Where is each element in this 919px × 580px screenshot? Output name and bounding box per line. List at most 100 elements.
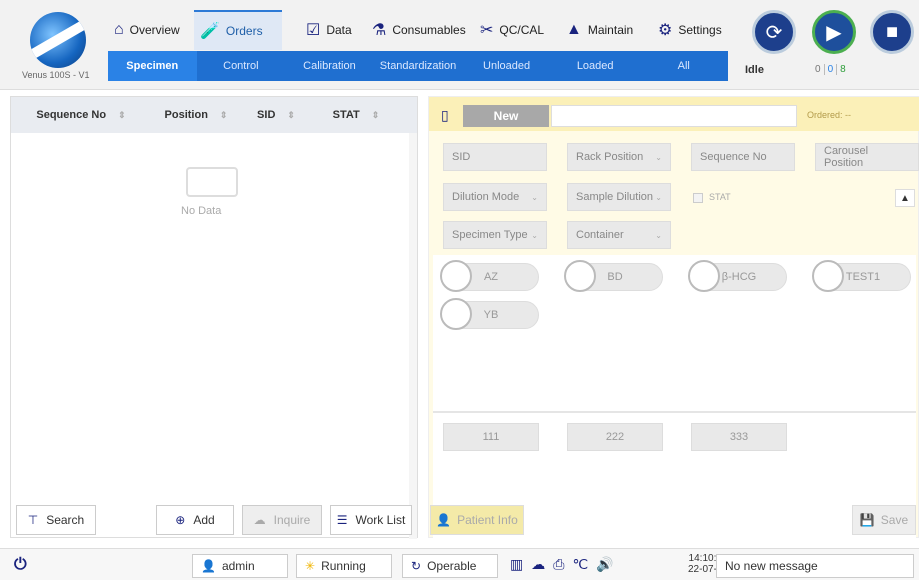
col-sequence-no[interactable]: Sequence No ⇕ (11, 109, 151, 121)
search-button[interactable]: ⊤ Search (16, 505, 96, 535)
nav-settings[interactable]: ⚙ Settings (652, 10, 728, 50)
cloud-icon: ☁ (253, 513, 266, 527)
assay-test1[interactable]: TEST1 (812, 260, 911, 292)
stop-icon: ■ (885, 20, 899, 43)
rack-position-select[interactable]: Rack Position ⌄ (567, 143, 671, 171)
container-select[interactable]: Container ⌄ (567, 221, 671, 249)
user-badge[interactable]: 👤 admin (192, 554, 288, 578)
nav-overview[interactable]: ⌂ Overview (108, 10, 186, 50)
sid-field[interactable]: SID (443, 143, 547, 171)
ordered-status: Ordered: -- (807, 110, 852, 120)
worklist-button[interactable]: ☰ Work List (330, 505, 412, 535)
col-sid[interactable]: SID ⇕ (241, 109, 311, 121)
table-header: Sequence No ⇕ Position ⇕ SID ⇕ STAT ⇕ (11, 97, 417, 133)
new-button[interactable]: New (463, 105, 549, 127)
empty-message: No Data (181, 205, 222, 217)
assay-toggle-icon (564, 260, 596, 292)
reagent-check-button[interactable]: ⟳ (752, 10, 796, 54)
panel-group-222[interactable]: 222 (567, 423, 663, 451)
flask-icon: ⚗ (372, 22, 387, 39)
panel-group-111[interactable]: 111 (443, 423, 539, 451)
save-button[interactable]: 💾 Save (852, 505, 916, 535)
message-bar[interactable]: No new message (716, 554, 914, 578)
cloud-icon: ☁ (531, 556, 554, 572)
carousel-position-field[interactable]: Carousel Position (815, 143, 919, 171)
running-status: ✳ Running (296, 554, 392, 578)
assay-az[interactable]: AZ (440, 260, 539, 292)
assay-b-hcg[interactable]: β-HCG (688, 260, 787, 292)
dilution-mode-select[interactable]: Dilution Mode ⌄ (443, 183, 547, 211)
device-status-icons: ▥☁⎙℃🔊 (510, 556, 622, 573)
sort-icon: ⇕ (287, 109, 295, 120)
user-icon: 👤 (201, 559, 216, 573)
operable-status: ↻ Operable (402, 554, 498, 578)
temperature-icon: ℃ (572, 556, 597, 572)
table-scrollbar[interactable] (409, 133, 417, 539)
nav-data[interactable]: ☑ Data (300, 10, 358, 50)
printer-icon: ⎙ (553, 556, 573, 572)
gear-icon: ⚙ (658, 22, 673, 39)
specimen-type-select[interactable]: Specimen Type ⌄ (443, 221, 547, 249)
subtab-standardization[interactable]: Standardization (374, 51, 463, 81)
assay-toggle-icon (688, 260, 720, 292)
nav-orders[interactable]: 🧪 Orders (194, 10, 282, 50)
chevron-up-icon: ▲ (900, 192, 910, 204)
stat-label: STAT (709, 192, 731, 202)
new-order-field[interactable] (551, 105, 797, 127)
inquire-button[interactable]: ☁ Inquire (242, 505, 322, 535)
subtab-calibration[interactable]: Calibration (285, 51, 374, 81)
clipboard-icon: ☑ (306, 22, 321, 39)
speaker-icon: 🔊 (596, 556, 622, 572)
subtab-control[interactable]: Control (197, 51, 286, 81)
tube-icon: 🧪 (200, 23, 220, 40)
add-button[interactable]: ⊕ Add (156, 505, 234, 535)
sequence-no-field[interactable]: Sequence No (691, 143, 795, 171)
spinner-icon: ✳ (305, 559, 316, 573)
nav-consumables[interactable]: ⚗ Consumables (366, 10, 472, 50)
sample-dilution-select[interactable]: Sample Dilution ⌄ (567, 183, 671, 211)
save-icon: 💾 (859, 513, 875, 527)
patient-info-button[interactable]: 👤 Patient Info (430, 505, 524, 535)
subtab-specimen[interactable]: Specimen (108, 51, 197, 81)
user-icon: 👤 (436, 513, 452, 527)
cycle-icon: ↻ (411, 559, 422, 573)
instrument-state: Idle (745, 64, 764, 76)
panel-group-333[interactable]: 333 (691, 423, 787, 451)
assay-yb[interactable]: YB (440, 298, 539, 330)
assay-bd[interactable]: BD (564, 260, 663, 292)
empty-inbox-icon (186, 167, 238, 197)
subtab-loaded[interactable]: Loaded (551, 51, 640, 81)
subtab-all[interactable]: All (639, 51, 728, 81)
assay-toggle-icon (440, 298, 472, 330)
assay-toggle-icon (440, 260, 472, 292)
collapse-button[interactable]: ▲ (895, 189, 915, 207)
col-stat[interactable]: STAT ⇕ (311, 109, 401, 121)
reagent-check-icon: ⟳ (765, 21, 783, 44)
chevron-down-icon: ⌄ (655, 192, 662, 202)
specimen-list-panel: Sequence No ⇕ Position ⇕ SID ⇕ STAT ⇕ No Dat… (10, 96, 418, 539)
divider (433, 411, 916, 413)
nav-qc-cal[interactable]: ✂ QC/CAL (474, 10, 550, 50)
tools-icon: ✂ (480, 22, 494, 39)
status-counts: 008 (812, 64, 849, 75)
order-subtabs: Specimen Control Calibration Standardiza… (108, 51, 728, 81)
power-icon[interactable]: ⏻ (14, 556, 27, 574)
stop-button[interactable]: ■ (870, 10, 914, 54)
nav-maintain[interactable]: ▲ Maintain (560, 10, 639, 50)
chevron-down-icon: ⌄ (655, 230, 662, 240)
app-logo (30, 12, 86, 68)
subtab-unloaded[interactable]: Unloaded (462, 51, 551, 81)
chevron-down-icon: ⌄ (531, 230, 538, 240)
plus-circle-icon: ⊕ (175, 513, 186, 527)
col-position[interactable]: Position ⇕ (151, 109, 241, 121)
start-button[interactable]: ▶ (812, 10, 856, 54)
app-version: Venus 100S - V1 (22, 70, 90, 80)
list-icon: ☰ (336, 513, 348, 527)
tube-icon: ▯ (441, 107, 449, 123)
barcode-icon: ▥ (510, 556, 532, 572)
filter-icon: ⊤ (27, 513, 39, 527)
warning-icon: ▲ (566, 21, 582, 38)
play-icon: ▶ (826, 21, 842, 44)
stat-checkbox[interactable] (693, 193, 703, 203)
order-entry-panel: ▯ New Ordered: -- SID Rack Position ⌄ Seq… (428, 96, 919, 571)
